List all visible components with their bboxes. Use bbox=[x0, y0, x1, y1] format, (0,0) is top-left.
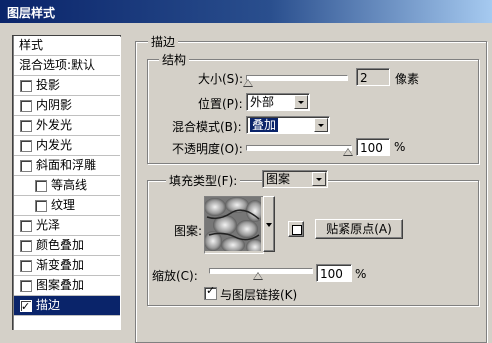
sidebar-item-checkbox[interactable] bbox=[20, 160, 32, 172]
sidebar-item[interactable]: 斜面和浮雕 bbox=[14, 156, 120, 176]
structure-group-title: 结构 bbox=[159, 51, 190, 68]
sidebar-item[interactable]: 内发光 bbox=[14, 136, 120, 156]
new-preset-button[interactable] bbox=[288, 221, 304, 237]
chevron-down-icon[interactable] bbox=[314, 118, 328, 132]
position-select-value: 外部 bbox=[250, 95, 275, 109]
window-title: 图层样式 bbox=[7, 6, 56, 20]
sidebar-item-blend-options[interactable]: 混合选项:默认 bbox=[14, 56, 120, 76]
sidebar-item-checkbox[interactable] bbox=[35, 200, 47, 212]
sidebar-item[interactable]: 纹理 bbox=[14, 196, 120, 216]
scale-unit: % bbox=[355, 267, 367, 281]
sidebar-item-label: 光泽 bbox=[36, 218, 61, 232]
opacity-input[interactable]: 100 bbox=[356, 138, 390, 156]
sidebar-item-checkbox[interactable] bbox=[20, 80, 32, 92]
window-titlebar[interactable]: 图层样式 bbox=[0, 0, 492, 23]
sidebar-item-checkbox[interactable] bbox=[20, 240, 32, 252]
sidebar-item-checkbox[interactable]: ✓ bbox=[20, 300, 32, 313]
snap-to-origin-label: 贴紧原点(A) bbox=[326, 222, 392, 236]
sidebar-item-label: 内发光 bbox=[36, 138, 73, 152]
sidebar-item-label: 描边 bbox=[36, 298, 61, 312]
position-select[interactable]: 外部 bbox=[246, 93, 310, 111]
sidebar-item-label: 混合选项:默认 bbox=[19, 58, 96, 72]
scale-input[interactable]: 100 bbox=[316, 264, 352, 282]
sidebar-item[interactable]: 外发光 bbox=[14, 116, 120, 136]
scale-label: 缩放(C): bbox=[152, 269, 198, 283]
snap-to-origin-button[interactable]: 贴紧原点(A) bbox=[315, 219, 403, 239]
sidebar-item-label: 图案叠加 bbox=[36, 278, 85, 292]
size-slider-thumb[interactable] bbox=[243, 79, 253, 87]
sidebar-item-checkbox[interactable] bbox=[35, 180, 47, 192]
sidebar-item-checkbox[interactable] bbox=[20, 140, 32, 152]
blend-mode-label: 混合模式(B): bbox=[172, 120, 242, 134]
sidebar-item[interactable]: 光泽 bbox=[14, 216, 120, 236]
sidebar-item-label: 投影 bbox=[36, 78, 61, 92]
chevron-down-icon[interactable] bbox=[312, 172, 326, 186]
size-slider-track[interactable] bbox=[246, 75, 348, 81]
sidebar-item-label: 颜色叠加 bbox=[36, 238, 85, 252]
sidebar-item-checkbox[interactable] bbox=[20, 120, 32, 132]
pattern-label: 图案: bbox=[174, 224, 203, 238]
check-icon: ✓ bbox=[206, 284, 216, 297]
sidebar-item-label: 等高线 bbox=[51, 178, 88, 192]
opacity-slider-track[interactable] bbox=[246, 145, 352, 151]
new-preset-icon bbox=[292, 225, 302, 235]
opacity-label: 不透明度(O): bbox=[172, 142, 243, 156]
pattern-swatch[interactable] bbox=[204, 196, 264, 255]
sidebar-item-checkbox[interactable] bbox=[20, 260, 32, 272]
position-label: 位置(P): bbox=[198, 97, 243, 111]
size-label: 大小(S): bbox=[198, 72, 244, 86]
fill-type-select[interactable]: 图案 bbox=[262, 170, 328, 188]
link-with-layer-checkbox[interactable]: ✓ bbox=[204, 284, 217, 300]
size-input[interactable]: 2 bbox=[356, 68, 390, 86]
style-list-header-label: 样式 bbox=[19, 38, 44, 52]
sidebar-item[interactable]: ✓ 描边 bbox=[14, 296, 120, 316]
sidebar-item-label: 斜面和浮雕 bbox=[36, 158, 97, 172]
link-with-layer-label: 与图层链接(K) bbox=[220, 288, 298, 302]
fill-type-label: 填充类型(F): bbox=[166, 172, 241, 189]
fill-group bbox=[147, 180, 479, 306]
sidebar-item-label: 纹理 bbox=[51, 198, 76, 212]
stroke-group-title: 描边 bbox=[148, 33, 179, 50]
style-list: 样式 混合选项:默认 投影内阴影外发光内发光斜面和浮雕等高线纹理光泽颜色叠加渐变… bbox=[12, 35, 121, 330]
sidebar-item-label: 内阴影 bbox=[36, 98, 73, 112]
sidebar-item-checkbox[interactable] bbox=[20, 280, 32, 292]
check-icon: ✓ bbox=[21, 300, 31, 313]
sidebar-item[interactable]: 等高线 bbox=[14, 176, 120, 196]
size-unit: 像素 bbox=[395, 72, 420, 86]
sidebar-item[interactable]: 图案叠加 bbox=[14, 276, 120, 296]
sidebar-item-label: 渐变叠加 bbox=[36, 258, 85, 272]
chevron-down-icon[interactable] bbox=[294, 95, 308, 109]
sidebar-item[interactable]: 颜色叠加 bbox=[14, 236, 120, 256]
pattern-preview-image bbox=[204, 197, 264, 255]
blend-mode-select[interactable]: 叠加 bbox=[246, 116, 330, 134]
scale-slider-thumb[interactable] bbox=[253, 272, 263, 280]
opacity-unit: % bbox=[394, 140, 406, 154]
sidebar-item[interactable]: 投影 bbox=[14, 76, 120, 96]
pattern-picker-button[interactable] bbox=[263, 196, 275, 252]
sidebar-item-checkbox[interactable] bbox=[20, 220, 32, 232]
sidebar-item-label: 外发光 bbox=[36, 118, 73, 132]
sidebar-item-checkbox[interactable] bbox=[20, 100, 32, 112]
chevron-down-icon bbox=[266, 223, 272, 227]
fill-type-select-value: 图案 bbox=[266, 172, 291, 186]
sidebar-item[interactable]: 渐变叠加 bbox=[14, 256, 120, 276]
sidebar-item[interactable]: 内阴影 bbox=[14, 96, 120, 116]
opacity-slider-thumb[interactable] bbox=[343, 148, 353, 156]
style-list-header: 样式 bbox=[14, 36, 120, 56]
blend-mode-select-value: 叠加 bbox=[250, 118, 279, 132]
